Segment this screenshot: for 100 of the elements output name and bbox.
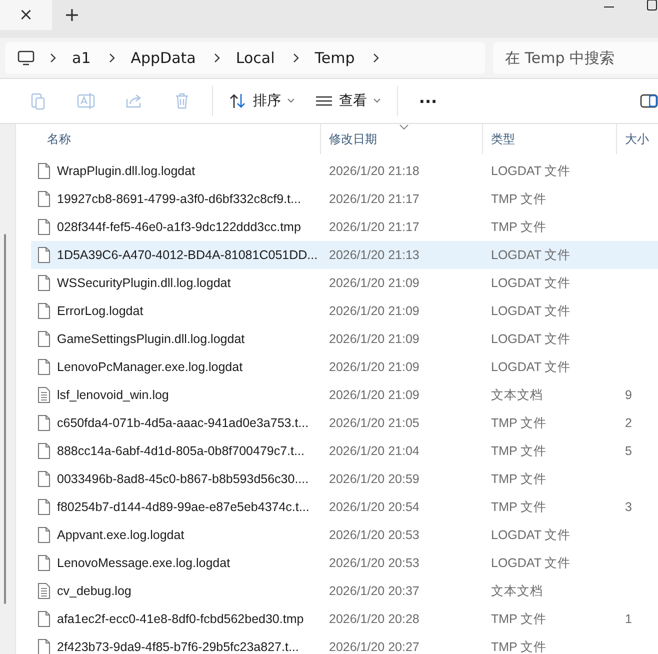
file-name: 19927cb8-8691-4799-a3f0-d6bf332c8cf9.t... xyxy=(57,192,301,206)
file-type: LOGDAT 文件 xyxy=(491,304,571,318)
file-row[interactable]: c650fda4-071b-4d5a-aaac-941ad0e3a753.t... 2026/1/20 21:05 TMP 文件 2 xyxy=(31,409,658,437)
file-icon xyxy=(37,415,51,431)
file-type: LOGDAT 文件 xyxy=(491,248,571,262)
file-icon xyxy=(37,191,51,207)
sort-button[interactable]: 排序 xyxy=(219,84,305,118)
column-header[interactable]: 修改日期 xyxy=(320,124,482,154)
file-row[interactable]: 0033496b-8ad8-45c0-b867-b8b593d56c30.... 2026/1/20 20:59 TMP 文件 xyxy=(31,465,658,493)
file-type: LOGDAT 文件 xyxy=(491,276,571,290)
file-type: TMP 文件 xyxy=(491,612,547,626)
modified-date: 2026/1/20 20:53 xyxy=(329,556,420,570)
file-type: TMP 文件 xyxy=(491,220,547,234)
maximize-icon xyxy=(646,0,658,12)
copy-icon xyxy=(29,92,47,110)
file-row[interactable]: WrapPlugin.dll.log.logdat 2026/1/20 21:18 LOGDAT 文件 xyxy=(31,157,658,185)
file-icon xyxy=(37,499,51,515)
file-row[interactable]: GameSettingsPlugin.dll.log.logdat 2026/1/20 21:09 LOGDAT 文件 xyxy=(31,325,658,353)
file-row[interactable]: lsf_lenovoid_win.log 2026/1/20 21:09 文本文档 9 xyxy=(31,381,658,409)
file-name: WSSecurityPlugin.dll.log.logdat xyxy=(57,276,231,290)
file-icon xyxy=(37,443,51,459)
file-name: 1D5A39C6-A470-4012-BD4A-81081C051DD... xyxy=(57,248,318,262)
trash-icon xyxy=(173,92,191,110)
file-icon xyxy=(37,471,51,487)
computer-icon xyxy=(17,50,35,66)
file-size: 3 xyxy=(625,500,632,514)
file-row[interactable]: afa1ec2f-ecc0-41e8-8df0-fcbd562bed30.tmp 2026/1/20 20:28 TMP 文件 1 xyxy=(31,605,658,633)
modified-date: 2026/1/20 21:09 xyxy=(329,388,420,402)
file-icon xyxy=(37,611,51,627)
file-row[interactable]: LenovoMessage.exe.log.logdat 2026/1/20 20:53 LOGDAT 文件 xyxy=(31,549,658,577)
view-button[interactable]: 查看 xyxy=(305,84,391,118)
file-row[interactable]: 1D5A39C6-A470-4012-BD4A-81081C051DD... 2026/1/20 21:13 LOGDAT 文件 xyxy=(31,241,658,269)
file-type: LOGDAT 文件 xyxy=(491,332,571,346)
modified-date: 2026/1/20 20:54 xyxy=(329,500,420,514)
modified-date: 2026/1/20 21:09 xyxy=(329,360,420,374)
modified-date: 2026/1/20 21:09 xyxy=(329,304,420,318)
breadcrumb-item[interactable]: AppData xyxy=(130,49,196,67)
file-row[interactable]: WSSecurityPlugin.dll.log.logdat 2026/1/20 21:09 LOGDAT 文件 xyxy=(31,269,658,297)
close-tab-button[interactable]: × xyxy=(0,0,52,30)
modified-date: 2026/1/20 21:17 xyxy=(329,192,420,206)
address-bar[interactable]: a1 AppData Local Temp xyxy=(5,42,485,74)
file-name: ErrorLog.logdat xyxy=(57,304,144,318)
file-row[interactable]: cv_debug.log 2026/1/20 20:37 文本文档 xyxy=(31,577,658,605)
file-type: TMP 文件 xyxy=(491,444,547,458)
rename-icon xyxy=(77,92,95,110)
minimize-icon xyxy=(604,6,614,8)
text-file-icon xyxy=(37,583,51,599)
caret-icon xyxy=(373,98,381,104)
column-header[interactable]: 大小 xyxy=(616,124,658,154)
sort-caret-icon xyxy=(399,124,409,130)
file-name: 0033496b-8ad8-45c0-b867-b8b593d56c30.... xyxy=(57,472,309,486)
file-name: f80254b7-d144-4d89-99ae-e87e5eb4374c.t... xyxy=(57,500,310,514)
search-field[interactable]: 在 Temp 中搜索 xyxy=(493,42,658,74)
file-name: c650fda4-071b-4d5a-aaac-941ad0e3a753.t... xyxy=(57,416,309,430)
file-name: cv_debug.log xyxy=(57,584,132,598)
file-row[interactable]: f80254b7-d144-4d89-99ae-e87e5eb4374c.t... 2026/1/20 20:54 TMP 文件 3 xyxy=(31,493,658,521)
modified-date: 2026/1/20 21:05 xyxy=(329,416,420,430)
file-icon xyxy=(37,639,51,654)
file-type: TMP 文件 xyxy=(491,640,547,654)
file-icon xyxy=(37,247,51,263)
modified-date: 2026/1/20 20:53 xyxy=(329,528,420,542)
file-type: 文本文档 xyxy=(491,584,543,598)
file-size: 2 xyxy=(625,416,632,430)
file-icon xyxy=(37,555,51,571)
file-icon xyxy=(37,219,51,235)
file-name: 2f423b73-9da9-4f85-b7f6-29b5fc23a827.t... xyxy=(57,640,299,654)
caret-icon xyxy=(287,98,295,104)
file-name: 888cc14a-6abf-4d1d-805a-0b8f700479c7.t... xyxy=(57,444,304,458)
file-row[interactable]: Appvant.exe.log.logdat 2026/1/20 20:53 LOGDAT 文件 xyxy=(31,521,658,549)
more-button[interactable]: ··· xyxy=(404,84,452,118)
file-name: afa1ec2f-ecc0-41e8-8df0-fcbd562bed30.tmp xyxy=(57,612,304,626)
modified-date: 2026/1/20 21:13 xyxy=(329,248,420,262)
file-size: 5 xyxy=(625,444,632,458)
modified-date: 2026/1/20 20:27 xyxy=(329,640,420,654)
file-row[interactable]: 19927cb8-8691-4799-a3f0-d6bf332c8cf9.t... 2026/1/20 21:17 TMP 文件 xyxy=(31,185,658,213)
scrollbar[interactable] xyxy=(4,234,6,604)
pane-icon xyxy=(640,92,658,110)
file-icon xyxy=(37,359,51,375)
file-row[interactable]: LenovoPcManager.exe.log.logdat 2026/1/20 21:09 LOGDAT 文件 xyxy=(31,353,658,381)
chevron-icon xyxy=(212,53,221,63)
file-name: Appvant.exe.log.logdat xyxy=(57,528,184,542)
breadcrumb-item[interactable]: a1 xyxy=(72,49,91,67)
file-icon xyxy=(37,331,51,347)
new-tab-button[interactable]: + xyxy=(52,0,92,30)
file-row[interactable]: 888cc14a-6abf-4d1d-805a-0b8f700479c7.t... 2026/1/20 21:04 TMP 文件 5 xyxy=(31,437,658,465)
modified-date: 2026/1/20 20:59 xyxy=(329,472,420,486)
modified-date: 2026/1/20 21:04 xyxy=(329,444,420,458)
file-row[interactable]: 2f423b73-9da9-4f85-b7f6-29b5fc23a827.t... 2026/1/20 20:27 TMP 文件 xyxy=(31,633,658,654)
file-size: 1 xyxy=(625,612,632,626)
breadcrumb-item[interactable]: Temp xyxy=(314,49,355,67)
file-icon xyxy=(37,275,51,291)
file-row[interactable]: 028f344f-fef5-46e0-a1f3-9dc122ddd3cc.tmp 2026/1/20 21:17 TMP 文件 xyxy=(31,213,658,241)
text-file-icon xyxy=(37,387,51,403)
column-header[interactable]: 名称 xyxy=(16,124,320,154)
breadcrumb-item[interactable]: Local xyxy=(236,49,275,67)
column-header[interactable]: 类型 xyxy=(482,124,616,154)
chevron-icon xyxy=(292,53,300,63)
modified-date: 2026/1/20 20:28 xyxy=(329,612,420,626)
file-row[interactable]: ErrorLog.logdat 2026/1/20 21:09 LOGDAT 文件 xyxy=(31,297,658,325)
chevron-icon xyxy=(49,53,57,63)
